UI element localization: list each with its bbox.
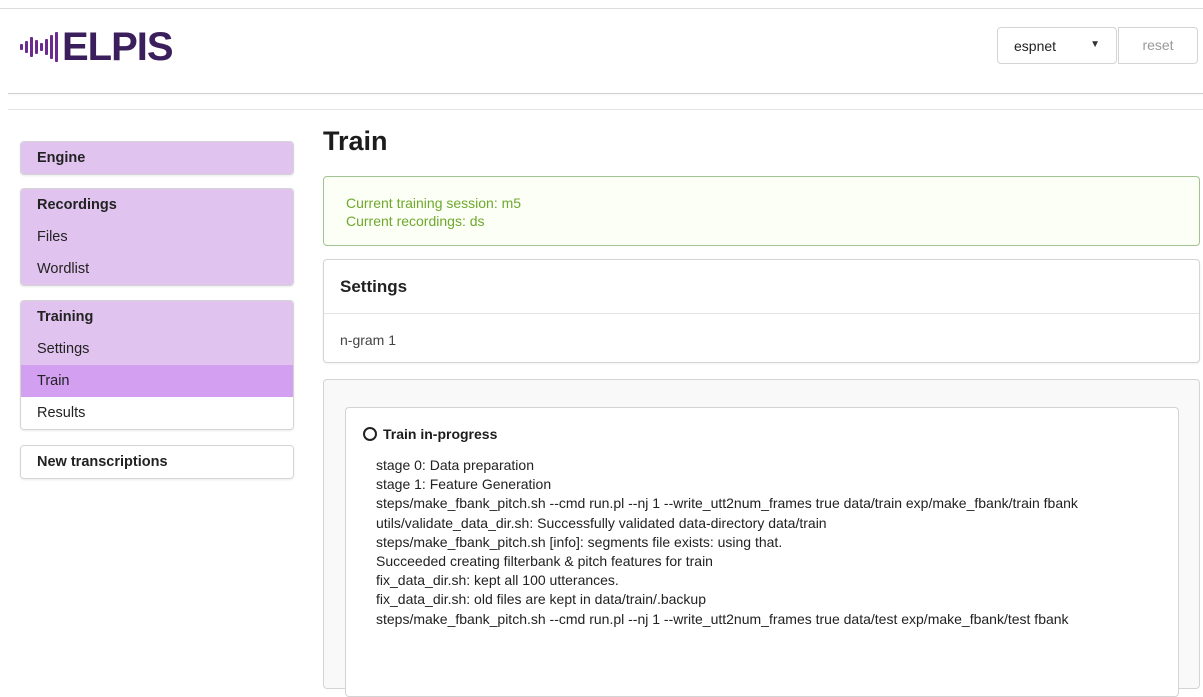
reset-button[interactable]: reset xyxy=(1118,27,1198,64)
progress-card: Train in-progress stage 0: Data preparat… xyxy=(345,407,1179,697)
sidebar-item-train[interactable]: Train xyxy=(21,365,293,397)
sidebar-group-engine: Engine xyxy=(20,141,294,175)
log-line: steps/make_fbank_pitch.sh --cmd run.pl -… xyxy=(376,610,1069,627)
log-line: Succeeded creating filterbank & pitch fe… xyxy=(376,553,713,570)
sidebar-item-files[interactable]: Files xyxy=(21,221,293,253)
sidebar-item-training[interactable]: Training xyxy=(21,301,293,333)
session-text: Current training session: m5 xyxy=(346,195,522,211)
sidebar-group-training: Training Settings Train Results xyxy=(20,300,294,430)
sidebar-item-engine[interactable]: Engine xyxy=(21,142,293,174)
caret-down-icon: ▼ xyxy=(1090,39,1100,50)
log-line: utils/validate_data_dir.sh: Successfully… xyxy=(376,514,827,531)
engine-select-value: espnet xyxy=(1014,38,1057,54)
log-output: stage 0: Data preparation stage 1: Featu… xyxy=(376,456,1166,629)
settings-header: Settings xyxy=(324,260,1199,314)
sidebar-item-results[interactable]: Results xyxy=(21,397,293,429)
app-header: ELPIS espnet ▼ reset xyxy=(0,9,1203,93)
engine-select[interactable]: espnet ▼ xyxy=(997,27,1117,64)
log-line: stage 1: Feature Generation xyxy=(376,476,552,493)
sidebar-item-recordings[interactable]: Recordings xyxy=(21,189,293,221)
sidebar-item-new-transcriptions[interactable]: New transcriptions xyxy=(21,446,293,478)
elpis-logo[interactable]: ELPIS xyxy=(20,25,174,69)
sidebar-item-settings[interactable]: Settings xyxy=(21,333,293,365)
recordings-text: Current recordings: ds xyxy=(346,213,485,229)
sidebar-group-recordings: Recordings Files Wordlist xyxy=(20,188,294,286)
settings-value: n-gram 1 xyxy=(340,332,397,348)
logo-text: ELPIS xyxy=(62,25,174,69)
waveform-icon xyxy=(20,32,58,62)
log-line: steps/make_fbank_pitch.sh --cmd run.pl -… xyxy=(376,495,1078,512)
sidebar-group-new-transcriptions: New transcriptions xyxy=(20,445,294,479)
page-title: Train xyxy=(323,126,388,156)
progress-title-text: Train in-progress xyxy=(383,426,498,442)
sidebar-item-wordlist[interactable]: Wordlist xyxy=(21,253,293,285)
log-line: fix_data_dir.sh: kept all 100 utterances… xyxy=(376,572,619,589)
spinner-icon xyxy=(363,427,377,441)
session-message: Current training session: m5 Current rec… xyxy=(323,176,1200,246)
header-divider xyxy=(8,93,1203,94)
log-line: steps/make_fbank_pitch.sh [info]: segmen… xyxy=(376,533,783,550)
settings-card: Settings n-gram 1 xyxy=(323,259,1200,363)
content-divider xyxy=(8,109,1203,110)
log-line: stage 0: Data preparation xyxy=(376,457,534,473)
log-line: fix_data_dir.sh: old files are kept in d… xyxy=(376,591,706,608)
progress-title: Train in-progress xyxy=(363,426,497,442)
